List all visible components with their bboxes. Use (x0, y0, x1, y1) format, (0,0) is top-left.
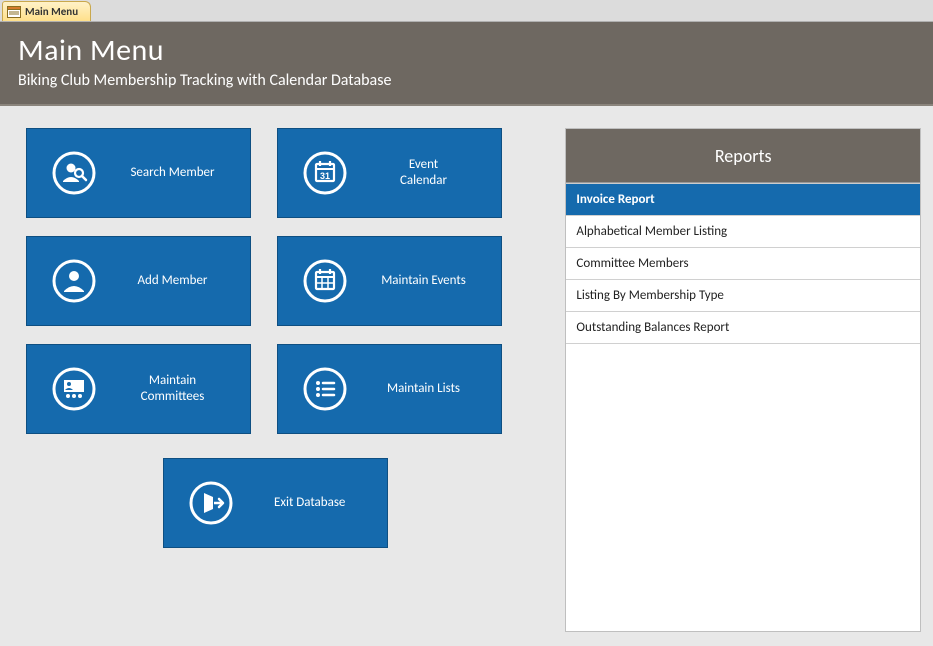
reports-list[interactable]: Invoice ReportAlphabetical Member Listin… (566, 183, 920, 344)
calendar-icon: 31 (296, 149, 354, 197)
maintain-committees-button[interactable]: Maintain Committees (26, 344, 251, 434)
exit-icon (182, 479, 240, 527)
exit-database-button[interactable]: Exit Database (163, 458, 388, 548)
form-icon (7, 6, 21, 18)
button-grid: Search Member 31 Event Calendar (26, 128, 525, 548)
events-icon (296, 257, 354, 305)
report-item[interactable]: Outstanding Balances Report (566, 312, 920, 344)
event-calendar-button[interactable]: 31 Event Calendar (277, 128, 502, 218)
page-subtitle: Biking Club Membership Tracking with Cal… (18, 71, 915, 90)
tile-label: Exit Database (240, 495, 379, 511)
tile-label: Event Calendar (354, 157, 493, 190)
content-area: Search Member 31 Event Calendar (0, 106, 933, 632)
tab-strip: Main Menu (0, 0, 933, 22)
committees-icon (45, 365, 103, 413)
report-item[interactable]: Alphabetical Member Listing (566, 216, 920, 248)
reports-panel: Reports Invoice ReportAlphabetical Membe… (565, 128, 921, 632)
page-header: Main Menu Biking Club Membership Trackin… (0, 22, 933, 106)
page-title: Main Menu (18, 32, 915, 69)
tile-label: Search Member (103, 165, 242, 181)
reports-header: Reports (566, 129, 920, 183)
report-item[interactable]: Committee Members (566, 248, 920, 280)
report-item[interactable]: Invoice Report (566, 184, 920, 216)
search-member-button[interactable]: Search Member (26, 128, 251, 218)
tile-label: Maintain Committees (103, 373, 242, 406)
report-item[interactable]: Listing By Membership Type (566, 280, 920, 312)
tile-label: Maintain Events (354, 273, 493, 289)
maintain-events-button[interactable]: Maintain Events (277, 236, 502, 326)
add-member-button[interactable]: Add Member (26, 236, 251, 326)
tab-main-menu[interactable]: Main Menu (2, 1, 91, 21)
add-member-icon (45, 257, 103, 305)
tile-label: Add Member (103, 273, 242, 289)
maintain-lists-button[interactable]: Maintain Lists (277, 344, 502, 434)
svg-text:31: 31 (320, 171, 330, 181)
search-member-icon (45, 149, 103, 197)
lists-icon (296, 365, 354, 413)
tile-label: Maintain Lists (354, 381, 493, 397)
tab-label: Main Menu (25, 5, 78, 18)
